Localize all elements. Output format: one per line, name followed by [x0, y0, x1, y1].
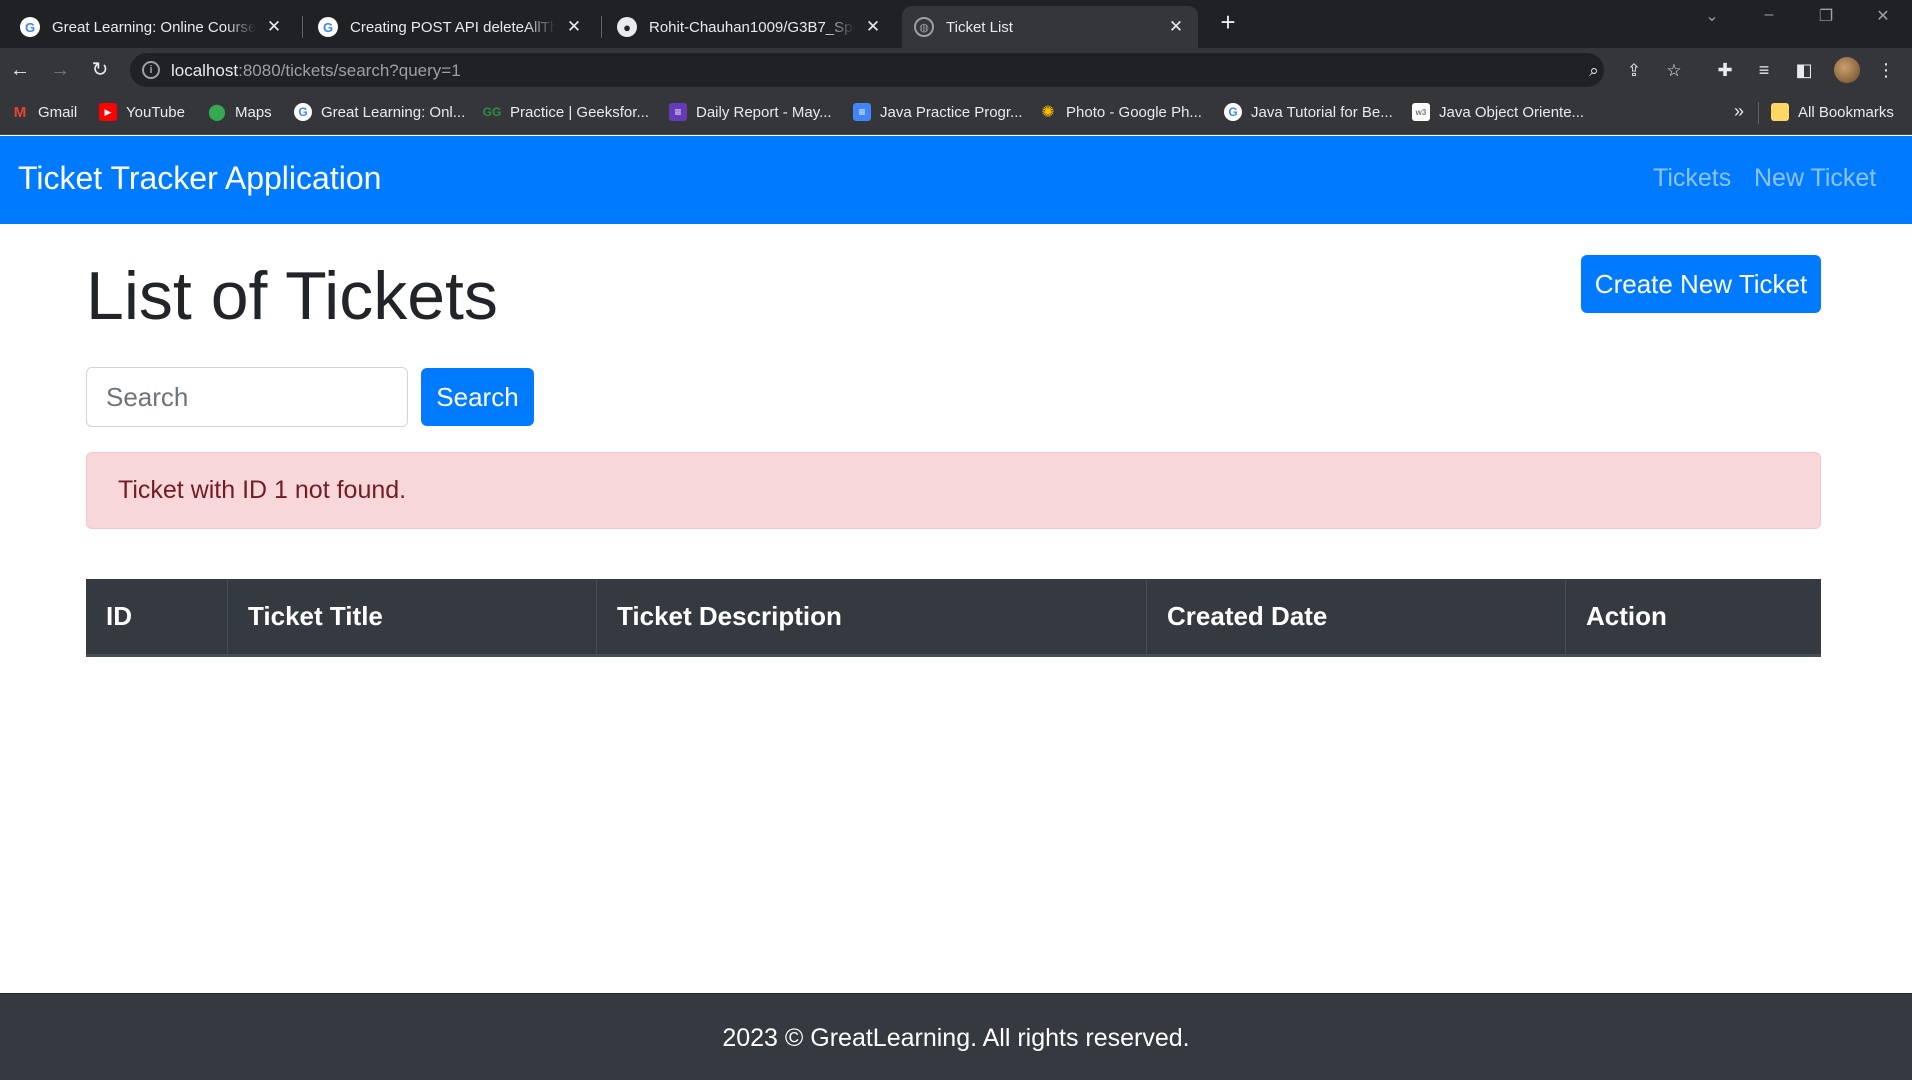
column-header-id: ID: [86, 579, 228, 654]
share-icon[interactable]: ⇪: [1624, 61, 1644, 81]
browser-tab[interactable]: G Great Learning: Online Courses, I ✕: [8, 6, 296, 48]
google-icon: G: [20, 17, 40, 37]
github-icon: ●: [617, 17, 637, 37]
bookmark-item[interactable]: w3 Java Object Oriente...: [1412, 103, 1584, 121]
browser-tab[interactable]: ● Rohit-Chauhan1009/G3B7_Spring ✕: [605, 6, 895, 48]
bookmark-label: YouTube: [126, 103, 185, 121]
menu-kebab-icon[interactable]: ⋮: [1874, 58, 1898, 82]
tab-title: Ticket List: [946, 18, 1013, 36]
url-text: localhost:8080/tickets/search?query=1: [171, 61, 461, 81]
maps-icon: ⬤: [208, 104, 226, 121]
url-host: localhost: [171, 61, 239, 80]
tab-title: Rohit-Chauhan1009/G3B7_Spring: [649, 18, 855, 36]
column-header-action: Action: [1586, 601, 1667, 631]
bookmark-label: Great Learning: Onl...: [321, 103, 466, 121]
tab-title: Creating POST API deleteAllThese: [350, 18, 556, 36]
bookmark-item[interactable]: ⬤ Maps: [208, 103, 272, 122]
google-icon: G: [294, 103, 312, 121]
column-header-ticket-title: Ticket Title: [228, 579, 597, 654]
footer-copyright: 2023 © GreatLearning. All rights reserve…: [722, 1024, 1190, 1052]
back-icon[interactable]: ←: [8, 58, 32, 82]
tab-title: Great Learning: Online Courses, I: [52, 18, 256, 36]
google-icon: G: [318, 17, 338, 37]
bookmark-item[interactable]: ≡ Java Practice Progr...: [853, 103, 1023, 121]
zoom-icon[interactable]: ⌕: [1584, 61, 1604, 81]
folder-icon: [1771, 103, 1789, 121]
bookmark-label: Gmail: [38, 103, 78, 121]
nav-link-tickets[interactable]: Tickets: [1653, 164, 1731, 193]
bookmark-label: Java Tutorial for Be...: [1251, 103, 1393, 121]
forms-icon: ≡: [669, 103, 687, 121]
bookmarks-bar: M Gmail ▶ YouTube ⬤ Maps G Great Learnin…: [0, 92, 1912, 135]
w3schools-icon: w3: [1412, 103, 1430, 121]
browser-tab-bar: G Great Learning: Online Courses, I ✕ G …: [0, 0, 1912, 48]
address-bar[interactable]: i localhost:8080/tickets/search?query=1 …: [130, 53, 1682, 87]
google-icon: G: [1224, 103, 1242, 121]
bookmarks-overflow-icon[interactable]: »: [1734, 101, 1744, 122]
bookmark-item[interactable]: M Gmail: [11, 103, 77, 121]
browser-tab[interactable]: G Creating POST API deleteAllThese ✕: [306, 6, 596, 48]
gmail-icon: M: [13, 103, 27, 121]
photos-icon: ✺: [1041, 104, 1055, 121]
bookmark-item[interactable]: ▶ YouTube: [99, 103, 185, 121]
close-icon[interactable]: ✕: [863, 17, 883, 37]
url-path: :8080/tickets/search?query=1: [238, 61, 461, 80]
forward-icon[interactable]: →: [48, 58, 72, 82]
bookmark-label: Java Object Oriente...: [1439, 103, 1585, 121]
app-brand[interactable]: Ticket Tracker Application: [18, 160, 381, 197]
geeksforgeeks-icon: GG: [482, 105, 502, 119]
minimize-icon[interactable]: –: [1749, 6, 1789, 24]
create-new-ticket-button[interactable]: Create New Ticket: [1581, 255, 1821, 313]
page-footer: 2023 © GreatLearning. All rights reserve…: [0, 993, 1912, 1080]
reload-icon[interactable]: ↻: [88, 58, 112, 82]
restore-icon[interactable]: ❐: [1806, 6, 1846, 26]
site-info-icon[interactable]: i: [142, 61, 160, 79]
tickets-table-header: ID Ticket Title Ticket Description Creat…: [86, 579, 1821, 657]
page-title: List of Tickets: [86, 258, 498, 334]
new-tab-button[interactable]: +: [1214, 8, 1242, 36]
bookmark-label: Maps: [235, 103, 272, 121]
bookmark-item[interactable]: ≡ Daily Report - May...: [669, 103, 832, 121]
bookmark-label: Practice | Geeksfor...: [510, 103, 649, 121]
error-alert: Ticket with ID 1 not found.: [86, 452, 1821, 529]
close-icon[interactable]: ✕: [564, 17, 584, 37]
extensions-icon[interactable]: ✚: [1713, 58, 1737, 82]
media-controls-icon[interactable]: ≡: [1752, 58, 1776, 82]
bookmark-item[interactable]: G Java Tutorial for Be...: [1224, 103, 1393, 121]
profile-avatar[interactable]: [1834, 57, 1860, 83]
browser-tab-active[interactable]: ◍ Ticket List ✕: [902, 6, 1198, 48]
bookmark-label: Daily Report - May...: [696, 103, 832, 121]
tab-divider: [601, 16, 602, 38]
window-close-icon[interactable]: ✕: [1863, 6, 1903, 26]
side-panel-icon[interactable]: ◧: [1792, 58, 1816, 82]
close-icon[interactable]: ✕: [1166, 17, 1186, 37]
bookmark-label: Java Practice Progr...: [880, 103, 1023, 121]
app-navbar: Ticket Tracker Application Tickets New T…: [0, 136, 1912, 224]
column-header-ticket-description: Ticket Description: [597, 579, 1147, 654]
close-icon[interactable]: ✕: [264, 17, 284, 37]
nav-link-new-ticket[interactable]: New Ticket: [1754, 164, 1876, 193]
search-input[interactable]: [86, 367, 408, 427]
bookmark-item[interactable]: ✺ Photo - Google Ph...: [1039, 103, 1202, 122]
bookmarks-divider: [1758, 102, 1759, 124]
column-header-created-date: Created Date: [1147, 579, 1566, 654]
bookmark-item[interactable]: GG Practice | Geeksfor...: [483, 103, 649, 121]
youtube-icon: ▶: [99, 103, 117, 121]
tab-divider: [302, 16, 303, 38]
tab-search-icon[interactable]: ⌄: [1692, 6, 1732, 26]
bookmark-star-icon[interactable]: ☆: [1664, 61, 1684, 81]
bookmark-item[interactable]: G Great Learning: Onl...: [294, 103, 465, 121]
search-button[interactable]: Search: [421, 368, 534, 426]
all-bookmarks[interactable]: All Bookmarks: [1771, 103, 1894, 121]
browser-toolbar: ← → ↻ i localhost:8080/tickets/search?qu…: [0, 48, 1912, 92]
globe-icon: ◍: [914, 17, 934, 37]
docs-icon: ≡: [853, 103, 871, 121]
all-bookmarks-label: All Bookmarks: [1798, 103, 1894, 121]
bookmark-label: Photo - Google Ph...: [1066, 103, 1202, 121]
